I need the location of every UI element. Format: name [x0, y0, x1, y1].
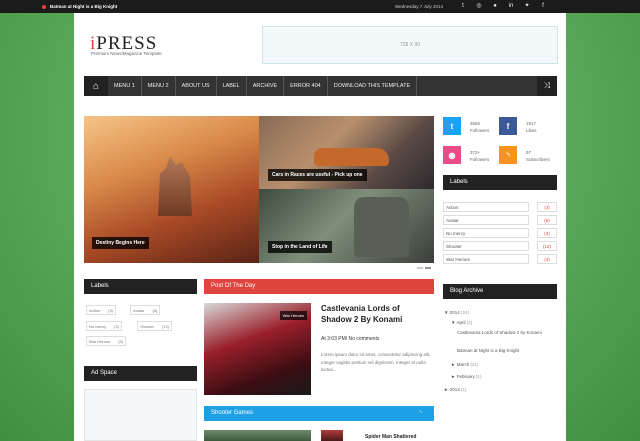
archive-month-april[interactable]: ▼ April (2) — [451, 320, 472, 326]
dribbble-icon[interactable]: ◉ — [443, 146, 461, 164]
dribbble-counter: 372+ Followers — [470, 150, 490, 162]
slide-caption[interactable]: Destiny Begins Here — [92, 237, 149, 249]
post-title[interactable]: Castlevania Lords of Shadow 2 By Konami — [321, 303, 431, 325]
twitter-counter: 3585 Followers — [470, 121, 490, 133]
label-chip[interactable]: No mercy (3) — [86, 321, 123, 331]
label-chip[interactable]: Shooter (12) — [137, 321, 173, 331]
slide-destiny[interactable]: Destiny Begins Here — [84, 116, 259, 263]
rss-icon[interactable]: ◝ — [499, 146, 517, 164]
slide-caption[interactable]: Cars in Races are useful - Pick up one — [268, 169, 367, 181]
label-row[interactable]: Avatar (6) — [443, 215, 557, 225]
slider-dot-active[interactable] — [425, 267, 431, 269]
sidebar-ad[interactable] — [84, 389, 197, 441]
slider-pagination — [417, 267, 431, 269]
label-row[interactable]: No mercy (3) — [443, 228, 557, 238]
shooter-post-title[interactable]: Spider Man Shattered — [365, 434, 416, 440]
slide-land-of-life[interactable]: Stop in the Land of Life — [259, 189, 434, 263]
archive-year-2013[interactable]: ► 2013 (1) — [444, 387, 467, 393]
post-thumbnail[interactable]: War Heroes — [204, 303, 311, 395]
facebook-icon[interactable]: f — [539, 2, 547, 10]
rss-icon[interactable]: ◝ — [419, 409, 422, 417]
github-icon[interactable]: ● — [491, 2, 499, 10]
archive-year-2014[interactable]: ▼ 2014 (24) — [444, 310, 469, 316]
twitter-icon[interactable]: t — [443, 117, 461, 135]
archive-month-march[interactable]: ► March (21) — [451, 362, 479, 368]
label-chip[interactable]: War Heroes (3) — [86, 336, 127, 346]
site-tagline: Premium News/Magazine Template — [91, 51, 162, 56]
label-row[interactable]: Shooter (12) — [443, 241, 557, 251]
nav-item[interactable]: LABEL — [217, 76, 247, 96]
top-social-icons: t ◎ ● in ✦ f — [459, 2, 547, 10]
nav-item[interactable]: ARCHIVE — [247, 76, 285, 96]
facebook-counter: 1917 Likes — [526, 121, 537, 133]
shooter-thumbnail[interactable] — [204, 430, 311, 441]
label-row[interactable]: Action (3) — [443, 202, 557, 212]
nav-item[interactable]: DOWNLOAD THIS TEMPLATE — [328, 76, 418, 96]
label-chip[interactable]: Avatar (6) — [130, 305, 161, 315]
shooter-small-thumbnail[interactable] — [321, 430, 343, 441]
ticker-headline[interactable]: Batman at Night is a Big Knight — [50, 4, 117, 9]
ad-space-title: Ad Space — [84, 366, 197, 381]
top-bar: Batman at Night is a Big Knight Wednesda… — [0, 0, 640, 13]
slide-cars[interactable]: Cars in Races are useful - Pick up one — [259, 116, 434, 189]
linkedin-icon[interactable]: in — [507, 2, 515, 10]
nav-item[interactable]: ERROR 404 — [284, 76, 328, 96]
rss-counter: 97 Subscribers — [526, 150, 550, 162]
post-tag[interactable]: War Heroes — [279, 311, 307, 320]
archive-post[interactable]: Batman at Night is a Big Knight — [457, 348, 519, 354]
home-icon[interactable]: ⌂ — [84, 76, 108, 96]
nav-item[interactable]: ABOUT US — [176, 76, 217, 96]
label-row[interactable]: War Heroes (3) — [443, 254, 557, 264]
labels-widget-title: Labels — [443, 175, 557, 190]
header-ad-banner[interactable]: 728 X 90 — [262, 26, 558, 64]
slide-image-car — [314, 148, 389, 166]
post-meta: At 3:03 PM/ No comments — [321, 336, 380, 342]
blog-archive-title: Blog Archive — [443, 284, 557, 299]
facebook-icon[interactable]: f — [499, 117, 517, 135]
nav-item[interactable]: MENU 2 — [142, 76, 176, 96]
nav-item[interactable]: MENU 1 — [108, 76, 142, 96]
instagram-icon[interactable]: ◎ — [475, 2, 483, 10]
labels-left-widget-title: Labels — [84, 279, 197, 294]
archive-month-february[interactable]: ► February (1) — [451, 374, 482, 380]
label-chip[interactable]: Action (3) — [86, 305, 117, 315]
post-excerpt: Lorem ipsum dolor sit amet, consectetur … — [321, 352, 431, 372]
shooter-games-title: Shooter Games — [204, 406, 434, 421]
tumblr-icon[interactable]: t — [459, 2, 467, 10]
archive-post[interactable]: Castlevania Lords of Shadow 2 by Konami — [457, 330, 553, 336]
ticker-dot — [42, 4, 46, 9]
current-date: Wednesday 7 July 2014 — [395, 3, 443, 9]
slide-image-robot — [354, 197, 409, 257]
twitter-icon[interactable]: ✦ — [523, 2, 531, 10]
slide-image-ruins — [158, 156, 192, 216]
post-of-day-title: Post Of The Day — [204, 279, 434, 294]
shuffle-icon[interactable]: ⤨ — [537, 76, 557, 96]
nav-menu-items: MENU 1 MENU 2 ABOUT US LABEL ARCHIVE ERROR 40… — [108, 76, 418, 96]
slide-caption[interactable]: Stop in the Land of Life — [268, 241, 332, 253]
slider-dot[interactable] — [417, 267, 423, 269]
featured-slider: Destiny Begins Here Cars in Races are us… — [84, 116, 434, 263]
main-navigation: ⌂ MENU 1 MENU 2 ABOUT US LABEL ARCHIVE ERROR … — [84, 76, 557, 96]
